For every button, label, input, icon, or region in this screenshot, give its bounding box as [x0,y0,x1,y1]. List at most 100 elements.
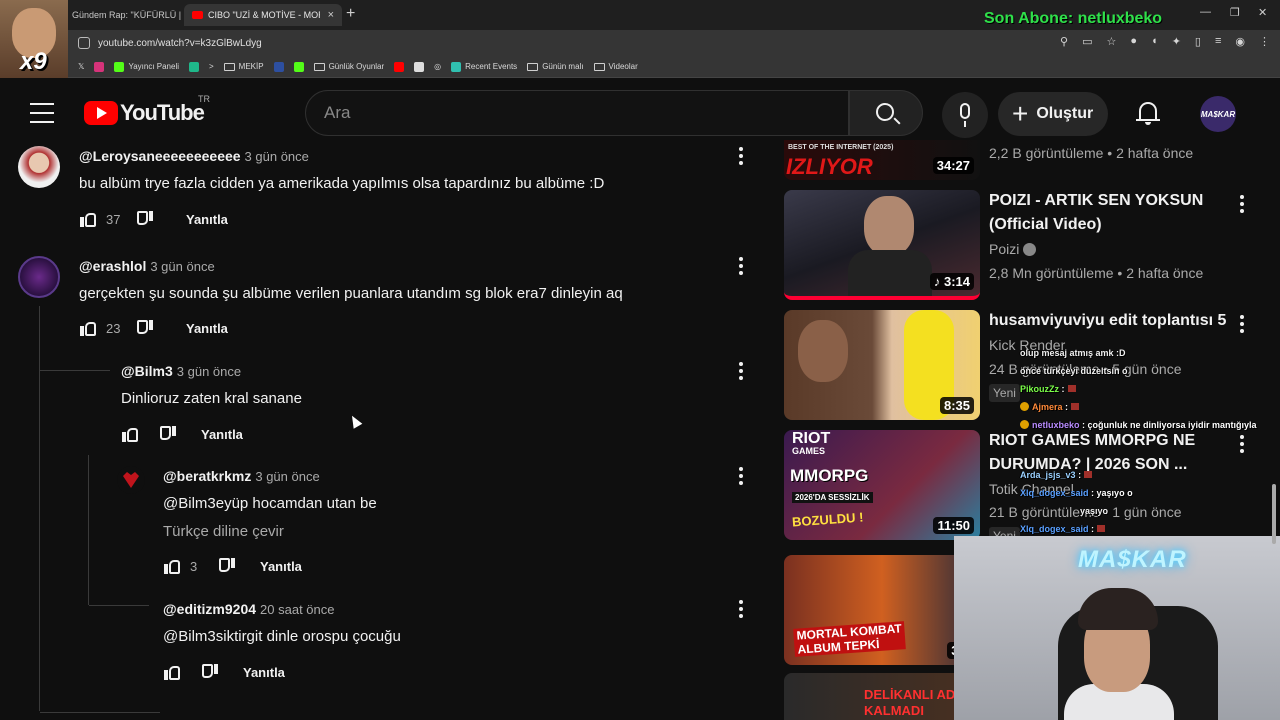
profile-icon[interactable]: ◉ [1235,35,1245,48]
bookmark-prime[interactable]: > [209,62,214,71]
account-avatar[interactable]: MA$KAR [1200,96,1236,132]
bookmark-instagram[interactable] [94,61,105,72]
bookmark-x[interactable]: 𝕏 [78,62,84,71]
bookmark-recent-events[interactable]: Recent Events [451,61,517,72]
screen: Gündem Rap: "KÜFÜRLÜ | S × CIBO "UZİ & M… [0,0,1280,720]
like-icon[interactable] [163,557,181,575]
avatar[interactable] [18,146,60,188]
bookmark-gunluk-oyunlar[interactable]: Günlük Oyunlar [313,62,384,71]
webcam-small-label: x9 [20,48,47,75]
reading-list-icon[interactable]: ≡ [1215,35,1221,48]
badge-icon [1020,420,1029,429]
bookmark-gunun-mali[interactable]: Günün malı [527,62,584,71]
maximize-icon[interactable]: ❐ [1230,6,1240,19]
comment-time[interactable]: 20 saat önce [260,602,334,617]
avatar[interactable] [18,256,60,298]
video-duration: 11:50 [933,517,974,534]
like-icon[interactable] [163,663,181,681]
browser-tab-active[interactable]: CIBO "UZİ & MOTİVE - MORTAL × [184,4,342,26]
comment-author[interactable]: @editizm9204 20 saat önce [163,601,334,617]
bookmark-blue[interactable] [273,61,284,72]
voice-search-button[interactable] [942,92,988,138]
extension-icon[interactable]: ● [1130,35,1137,48]
zoom-icon[interactable]: ⚲ [1060,35,1068,48]
dislike-icon[interactable] [136,319,154,337]
bookmark-image[interactable] [414,61,425,72]
video-meta: 2,8 Mn görüntüleme • 2 hafta önce [989,265,1204,281]
hamburger-menu-icon[interactable] [30,103,54,123]
video-title[interactable]: POIZI - ARTIK SEN YOKSUN (Official Video… [989,189,1219,237]
video-title[interactable]: husamviyuviyu edit toplantısı 5 [989,309,1229,333]
comment-author[interactable]: @erashlol 3 gün önce [79,258,215,274]
bookmark-mekip[interactable]: MEKİP [223,62,264,71]
notifications-bell-icon[interactable] [1136,100,1160,126]
create-button[interactable]: + Oluştur [998,92,1108,136]
video-more-icon[interactable] [1240,435,1244,456]
search-input[interactable]: Ara [305,90,849,136]
more-actions-icon[interactable] [739,600,743,621]
sidebar-icon[interactable]: ▯ [1195,35,1201,48]
reply-button[interactable]: Yanıtla [260,559,302,574]
bookmark-kick[interactable] [189,61,199,72]
comment-author[interactable]: @beratkrkmz 3 gün önce [163,468,320,484]
comment-time[interactable]: 3 gün önce [150,259,214,274]
comment-time[interactable]: 3 gün önce [177,364,241,379]
bookmark-globe[interactable]: ◎ [434,62,441,71]
browser-tab[interactable]: Gündem Rap: "KÜFÜRLÜ | S × [64,4,182,26]
reply-button[interactable]: Yanıtla [186,212,228,227]
bookmark-star-icon[interactable]: ☆ [1107,35,1117,48]
badge-icon [1020,402,1029,411]
reply-button[interactable]: Yanıtla [243,665,285,680]
new-tab-icon[interactable]: + [346,5,355,23]
video-thumbnail[interactable]: 8:35 [784,310,980,420]
more-actions-icon[interactable] [739,257,743,278]
close-window-icon[interactable]: ✕ [1258,6,1267,19]
translate-link[interactable]: Türkçe diline çevir [163,523,284,540]
more-actions-icon[interactable] [739,147,743,168]
site-info-icon[interactable] [78,37,90,49]
address-bar[interactable]: youtube.com/watch?v=k3zGlBwLdyg [78,33,1078,53]
last-subscriber-overlay: Son Abone: netluxbeko [984,10,1163,27]
like-icon[interactable] [121,425,139,443]
create-label: Oluştur [1036,105,1094,122]
dislike-icon[interactable] [218,557,236,575]
more-actions-icon[interactable] [739,362,743,383]
browser-menu-icon[interactable]: ⋮ [1259,35,1270,48]
video-thumbnail[interactable]: MORTAL KOMBAT ALBUM TEPKİ 39: [784,555,980,665]
more-actions-icon[interactable] [739,467,743,488]
youtube-logo[interactable]: YouTube TR [84,94,210,126]
thumbnail-figure [798,320,848,382]
bookmark-youtube[interactable] [394,61,405,72]
avatar[interactable] [117,466,145,494]
video-thumbnail[interactable]: ♪ 3:14 [784,190,980,300]
comment-author[interactable]: @Leroysaneeeeeeeeeee 3 gün önce [79,148,309,164]
audio-icon[interactable]: ◖ [1151,35,1158,48]
like-icon[interactable] [79,319,97,337]
puzzle-icon[interactable]: ✦ [1172,35,1181,48]
video-more-icon[interactable] [1240,315,1244,336]
bookmarks-bar: 𝕏 Yayıncı Paneli > MEKİP Günlük Oyunlar … [0,56,1280,78]
bookmark-videolar[interactable]: Videolar [593,62,638,71]
like-icon[interactable] [79,210,97,228]
dislike-icon[interactable] [201,663,219,681]
cast-icon[interactable]: ▭ [1082,35,1092,48]
video-meta: 2,2 B görüntüleme • 2 hafta önce [989,145,1194,161]
bookmark-kick-2[interactable] [293,61,304,72]
reply-button[interactable]: Yanıtla [186,321,228,336]
comment-time[interactable]: 3 gün önce [255,469,319,484]
video-thumbnail[interactable]: DELİKANLI AD KALMADI [784,673,980,720]
close-tab-icon[interactable]: × [328,9,334,21]
dislike-icon[interactable] [136,210,154,228]
comment-author[interactable]: @Bilm3 3 gün önce [121,363,241,379]
comment-time[interactable]: 3 gün önce [245,149,309,164]
video-thumbnail[interactable]: RIOT GAMES MMORPG 2026'DA SESSİZLİK BOZU… [784,430,980,540]
bookmark-yayinci-paneli[interactable]: Yayıncı Paneli [114,61,179,72]
search-button[interactable] [849,90,923,136]
reply-button[interactable]: Yanıtla [201,427,243,442]
page-scrollbar[interactable] [1272,484,1276,544]
dislike-icon[interactable] [159,425,177,443]
video-more-icon[interactable] [1240,195,1244,216]
video-channel[interactable]: Poizi [989,241,1037,257]
minimize-icon[interactable]: — [1200,6,1211,18]
video-thumbnail[interactable]: BEST OF THE INTERNET (2025) IZLIYOR 34:2… [784,140,980,180]
